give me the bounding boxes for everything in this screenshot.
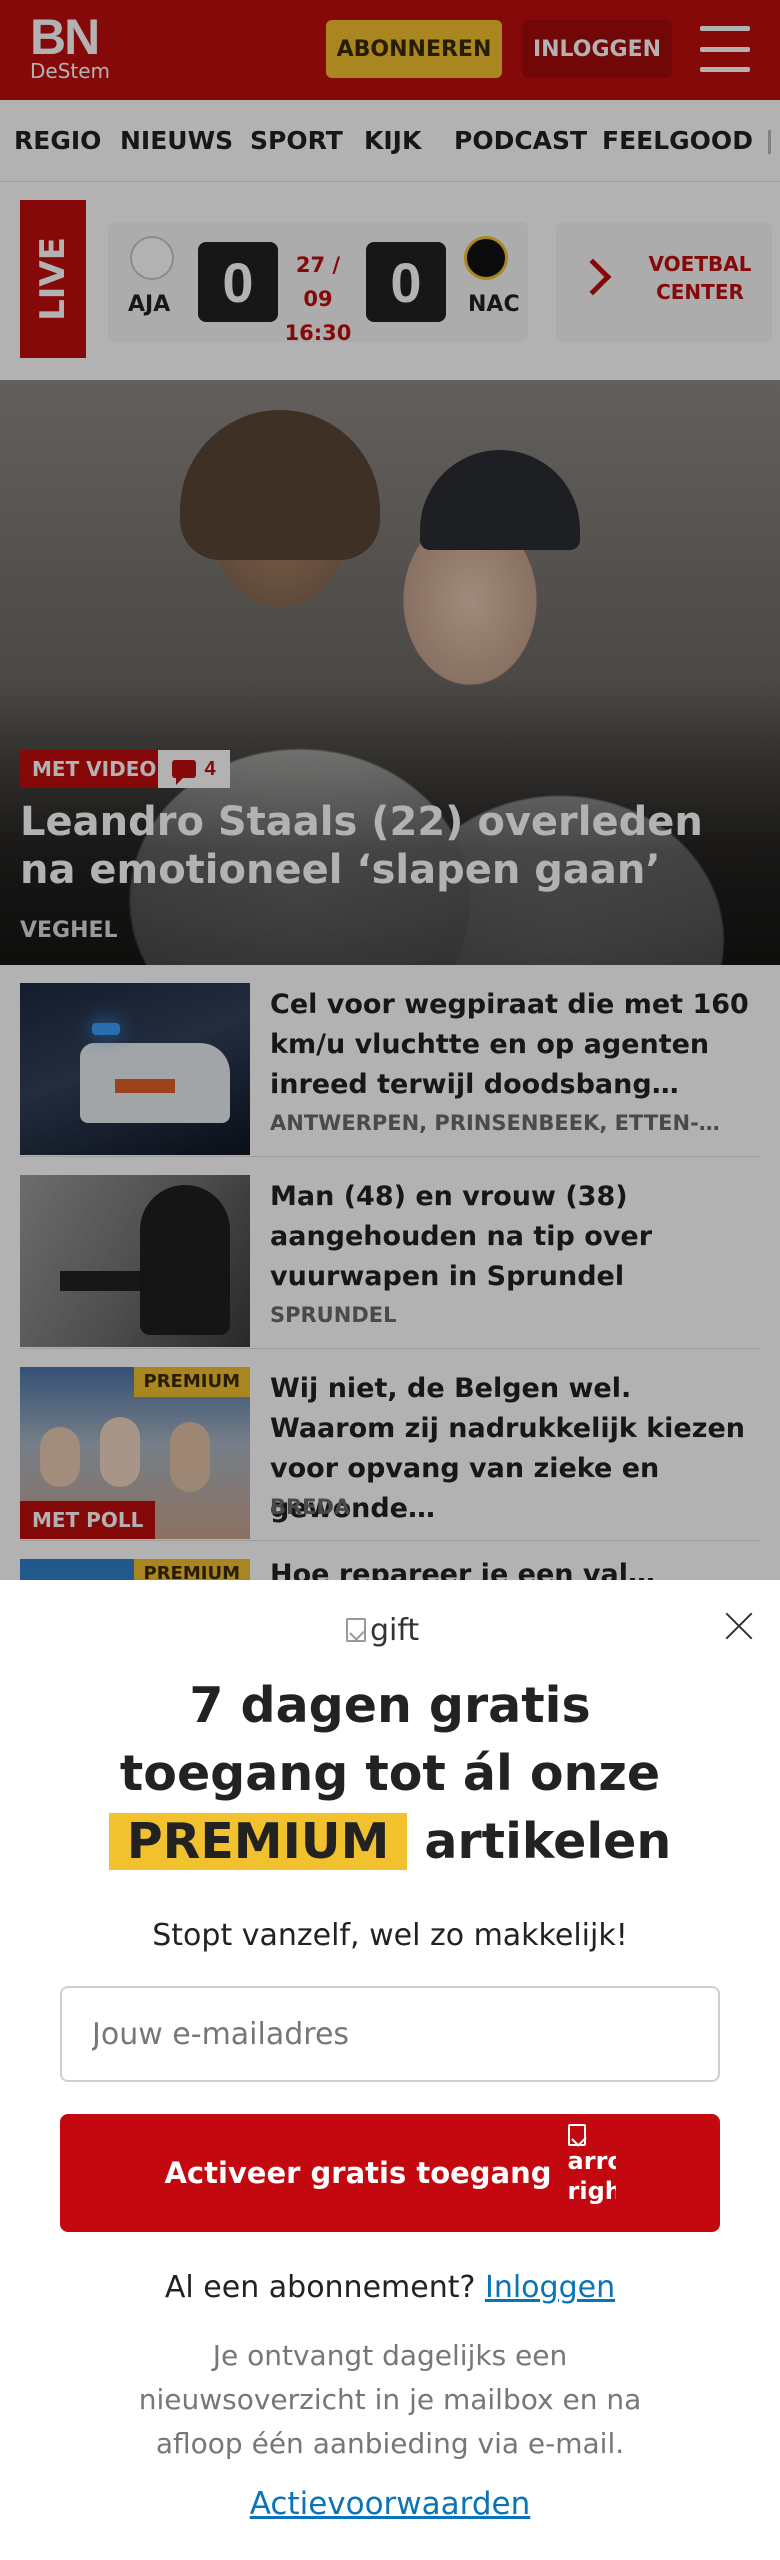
email-field[interactable] [60,1986,720,2082]
login-link[interactable]: Inloggen [485,2270,615,2305]
close-icon[interactable] [724,1610,756,1642]
activate-trial-button[interactable]: Activeer gratis toegang arrow right [60,2114,720,2232]
terms-link[interactable]: Actievoorwaarden [0,2486,780,2522]
modal-title: 7 dagen gratis toegang tot ál onze PREMI… [0,1672,780,1876]
gift-icon: gift [346,1610,436,1650]
premium-trial-modal: gift 7 dagen gratis toegang tot ál onze … [0,1580,780,2560]
premium-highlight: PREMIUM [108,1813,408,1870]
modal-backdrop[interactable] [0,0,780,1580]
arrow-right-icon: arrow right [567,2124,616,2222]
cta-label: Activeer gratis toegang [164,2156,552,2190]
login-prompt: Al een abonnement? Inloggen [164,2270,616,2305]
info-text: Je ontvangt dagelijks een nieuwsoverzich… [138,2339,642,2460]
modal-subtitle: Stopt vanzelf, wel zo makkelijk! [152,1918,628,1953]
